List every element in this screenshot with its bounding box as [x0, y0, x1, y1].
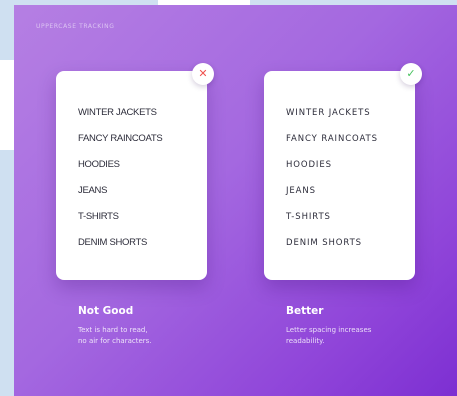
typography-panel: UPPERCASE TRACKING ✕ WINTER JACKETS FANC… [14, 5, 457, 396]
list-item: FANCY RAINCOATS [286, 134, 378, 144]
list-item: DENIM SHORTS [286, 238, 362, 248]
description-line: no air for characters. [78, 337, 152, 345]
x-icon: ✕ [192, 63, 214, 85]
list-item: JEANS [286, 186, 316, 196]
backdrop-strip [0, 60, 14, 150]
section-label: UPPERCASE TRACKING [36, 23, 115, 30]
good-example-description: Letter spacing increases readability. [286, 325, 426, 347]
check-icon: ✓ [400, 63, 422, 85]
list-item: WINTER JACKETS [286, 108, 371, 118]
list-item: DENIM SHORTS [78, 237, 148, 248]
good-example-card: ✓ WINTER JACKETS FANCY RAINCOATS HOODIES… [264, 63, 422, 280]
list-item: T-SHIRTS [78, 211, 119, 222]
bad-example-list: WINTER JACKETS FANCY RAINCOATS HOODIES J… [78, 100, 163, 256]
description-line: Text is hard to read, [78, 326, 148, 334]
list-item: WINTER JACKETS [78, 107, 157, 118]
good-example-title: Better [286, 305, 324, 317]
description-line: readability. [286, 337, 325, 345]
list-item: JEANS [78, 185, 108, 196]
list-item: T-SHIRTS [286, 212, 331, 222]
list-item: HOODIES [78, 159, 120, 170]
list-item: HOODIES [286, 160, 332, 170]
good-example-list: WINTER JACKETS FANCY RAINCOATS HOODIES J… [286, 100, 378, 256]
bad-example-description: Text is hard to read, no air for charact… [78, 325, 218, 347]
bad-example-title: Not Good [78, 305, 134, 317]
list-item: FANCY RAINCOATS [78, 133, 163, 144]
bad-example-card: ✕ WINTER JACKETS FANCY RAINCOATS HOODIES… [56, 63, 214, 280]
description-line: Letter spacing increases [286, 326, 372, 334]
